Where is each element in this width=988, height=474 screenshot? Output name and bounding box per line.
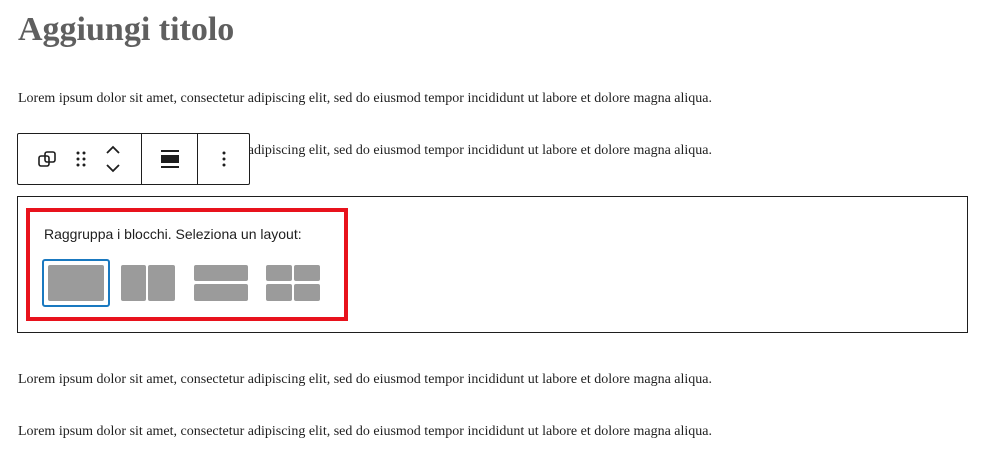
layout-grid-icon-cell bbox=[266, 265, 292, 281]
drag-handle-icon[interactable] bbox=[64, 147, 98, 171]
block-toolbar bbox=[17, 133, 250, 185]
paragraph-block[interactable]: Lorem ipsum dolor sit amet, consectetur … bbox=[18, 424, 712, 440]
layout-option-stack[interactable] bbox=[191, 259, 251, 307]
block-toolbar-group-more bbox=[198, 134, 249, 184]
layout-row-icon-left bbox=[121, 265, 146, 301]
align-icon[interactable] bbox=[155, 144, 185, 174]
layout-grid-icon-cell bbox=[266, 284, 292, 301]
layout-stack-icon-top bbox=[194, 265, 248, 281]
group-instruction-label: Raggruppa i blocchi. Seleziona un layout… bbox=[44, 226, 302, 242]
more-options-icon[interactable] bbox=[212, 144, 236, 174]
block-toolbar-group-align bbox=[142, 134, 198, 184]
layout-group-icon bbox=[48, 265, 104, 301]
layout-stack-icon-bottom bbox=[194, 284, 248, 301]
layout-grid-icon-cell bbox=[294, 284, 320, 301]
paragraph-block[interactable]: Lorem ipsum dolor sit amet, consectetur … bbox=[18, 91, 712, 107]
layout-row-icon-right bbox=[148, 265, 175, 301]
layout-option-row[interactable] bbox=[118, 259, 178, 307]
move-up-down-icon[interactable] bbox=[98, 141, 128, 177]
layout-option-group[interactable] bbox=[42, 259, 110, 307]
layout-grid-icon-cell bbox=[294, 265, 320, 281]
layout-option-grid[interactable] bbox=[263, 259, 323, 307]
paragraph-block[interactable]: Lorem ipsum dolor sit amet, consectetur … bbox=[18, 372, 712, 388]
block-toolbar-group-main bbox=[18, 134, 142, 184]
block-type-icon[interactable] bbox=[34, 147, 60, 171]
post-title[interactable]: Aggiungi titolo bbox=[18, 11, 234, 49]
